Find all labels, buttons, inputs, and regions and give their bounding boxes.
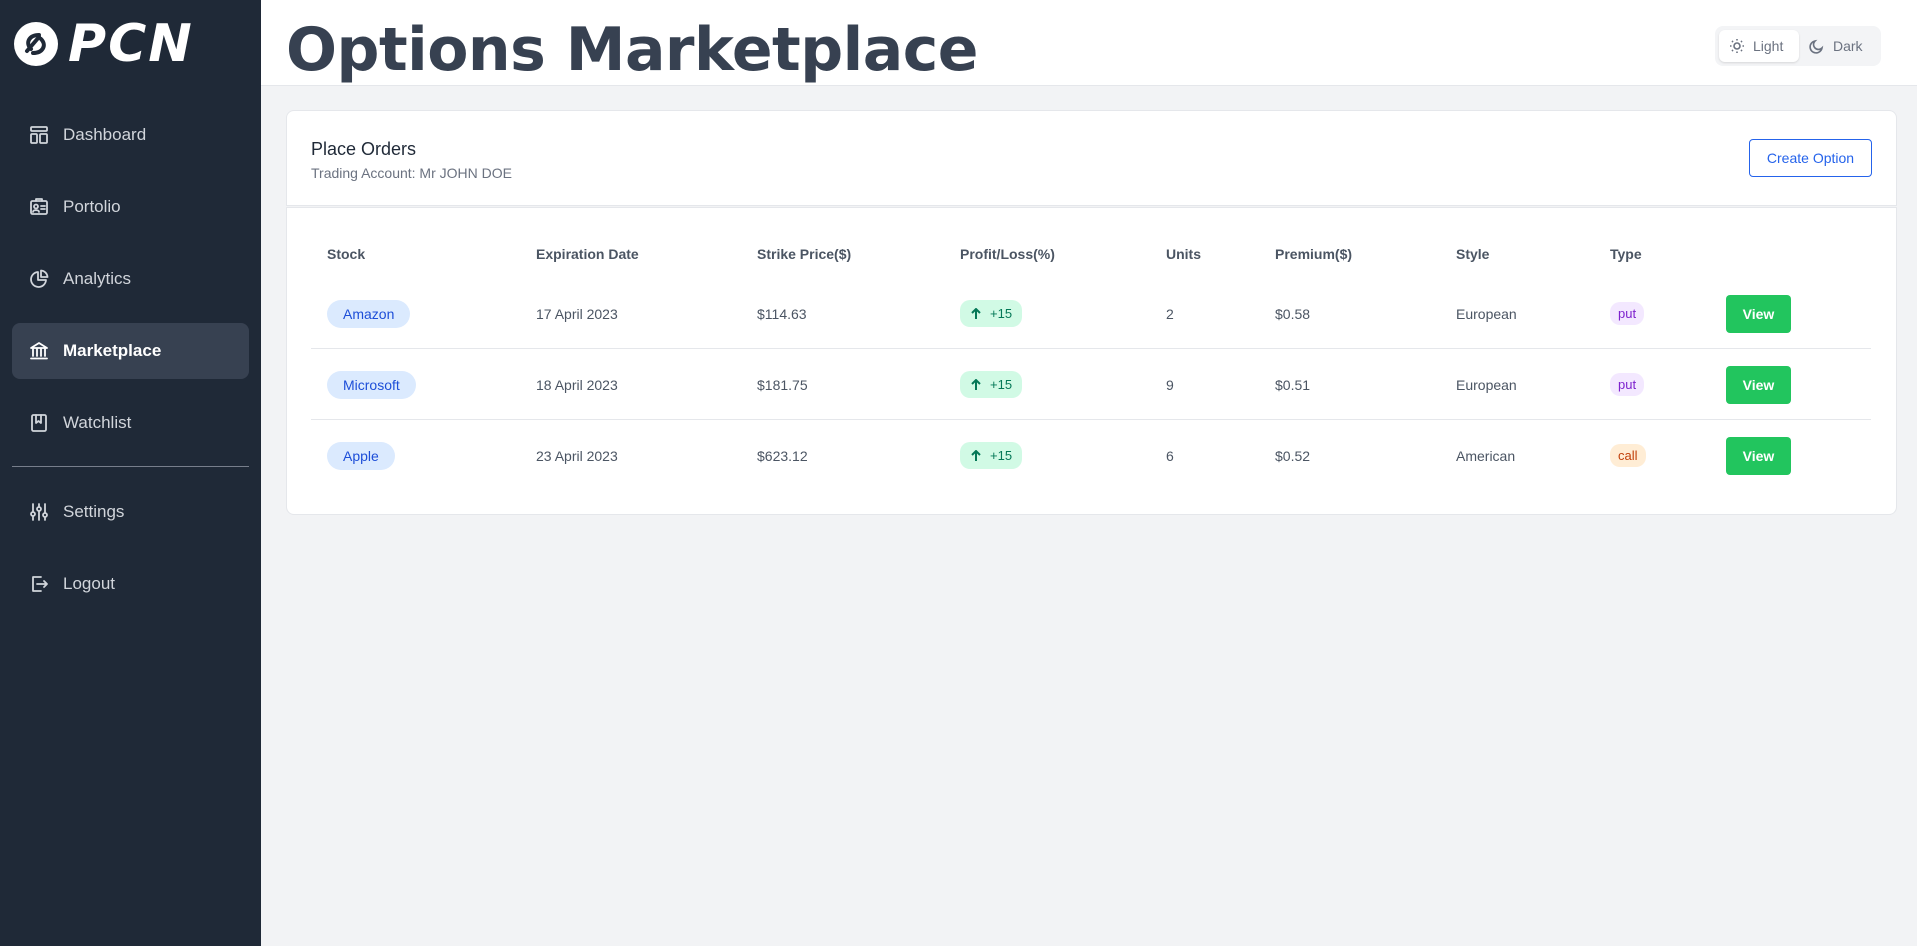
- strike-price: $623.12: [757, 447, 808, 464]
- type-badge: put: [1610, 373, 1645, 396]
- logout-icon: [29, 574, 49, 594]
- column-header-type: Type: [1610, 246, 1642, 262]
- expiration-date: 18 April 2023: [536, 376, 618, 393]
- column-header-units: Units: [1166, 246, 1201, 262]
- stock-pill[interactable]: Amazon: [327, 299, 411, 328]
- sidebar-item-label: Analytics: [63, 269, 132, 288]
- column-header-expiration: Expiration Date: [536, 246, 639, 262]
- expiration-date: 23 April 2023: [536, 447, 618, 464]
- trading-account: Trading Account: Mr JOHN DOE: [311, 165, 512, 181]
- sidebar-divider: [12, 466, 249, 467]
- view-button[interactable]: View: [1726, 365, 1791, 404]
- orders-card-header: Place Orders Trading Account: Mr JOHN DO…: [286, 110, 1897, 206]
- column-header-strike: Strike Price($): [757, 246, 852, 262]
- sidebar-item-label: Marketplace: [63, 341, 162, 360]
- column-header-stock: Stock: [327, 246, 366, 262]
- sliders-icon: [29, 502, 49, 522]
- light-theme-button[interactable]: Light: [1719, 30, 1799, 62]
- dark-theme-button[interactable]: Dark: [1799, 30, 1873, 62]
- style: American: [1456, 447, 1516, 464]
- strike-price: $114.63: [757, 305, 807, 322]
- light-label: Light: [1753, 38, 1784, 54]
- table-row: Amazon 17 April 2023 $114.63 +15 2 $0.58…: [311, 278, 1871, 349]
- table-row: Microsoft 18 April 2023 $181.75 +15 9 $0…: [311, 349, 1871, 420]
- bank-icon: [29, 341, 49, 361]
- create-option-button[interactable]: Create Option: [1749, 139, 1872, 177]
- profit-loss-badge: +15: [960, 300, 1023, 327]
- units: 6: [1166, 447, 1174, 464]
- premium: $0.58: [1275, 305, 1311, 322]
- sidebar: PCN Dashboard Portolio Analytics Marketp…: [0, 0, 261, 946]
- strike-price: $181.75: [757, 376, 808, 393]
- stock-pill[interactable]: Apple: [327, 441, 395, 470]
- profit-loss-badge: +15: [960, 442, 1023, 469]
- arrow-up-icon: [971, 449, 981, 461]
- view-button[interactable]: View: [1726, 436, 1791, 475]
- profit-loss-badge: +15: [960, 371, 1023, 398]
- sidebar-nav: Dashboard Portolio Analytics Marketplace…: [12, 107, 249, 467]
- logo-text: PCN: [68, 14, 194, 74]
- sidebar-item-label: Logout: [63, 574, 115, 593]
- units: 9: [1166, 376, 1174, 393]
- profit-loss-value: +15: [990, 306, 1013, 321]
- sidebar-item-label: Dashboard: [63, 125, 147, 144]
- column-header-premium: Premium($): [1275, 246, 1353, 262]
- expiration-date: 17 April 2023: [536, 305, 618, 322]
- sun-icon: [1730, 39, 1744, 53]
- profit-loss-value: +15: [990, 377, 1013, 392]
- style: European: [1456, 376, 1517, 393]
- sidebar-item-label: Watchlist: [63, 413, 132, 432]
- pie-chart-icon: [29, 269, 49, 289]
- sidebar-item-watchlist[interactable]: Watchlist: [12, 395, 249, 451]
- premium: $0.51: [1275, 376, 1311, 393]
- sidebar-bottom-nav: Settings Logout: [12, 484, 249, 628]
- column-header-profit-loss: Profit/Loss(%): [960, 246, 1055, 262]
- sidebar-item-label: Settings: [63, 502, 125, 521]
- type-badge: put: [1610, 302, 1645, 325]
- style: European: [1456, 305, 1517, 322]
- stock-pill[interactable]: Microsoft: [327, 370, 416, 399]
- page-title: Options Marketplace: [286, 15, 978, 85]
- moon-icon: [1809, 39, 1824, 54]
- view-button[interactable]: View: [1726, 294, 1791, 333]
- brand-logo[interactable]: PCN: [14, 18, 194, 70]
- page-header: Options Marketplace Light Dark: [261, 0, 1917, 86]
- layout-icon: [29, 125, 49, 145]
- portfolio-icon: [29, 197, 49, 217]
- sidebar-item-analytics[interactable]: Analytics: [12, 251, 249, 307]
- table-header: Stock Expiration Date Strike Price($) Pr…: [311, 246, 1871, 276]
- options-table: Stock Expiration Date Strike Price($) Pr…: [286, 207, 1897, 515]
- orders-title: Place Orders: [311, 139, 417, 159]
- premium: $0.52: [1275, 447, 1311, 464]
- bookmark-icon: [29, 413, 49, 433]
- sidebar-item-portolio[interactable]: Portolio: [12, 179, 249, 235]
- units: 2: [1166, 305, 1174, 322]
- column-header-style: Style: [1456, 246, 1490, 262]
- sidebar-item-settings[interactable]: Settings: [12, 484, 249, 540]
- sidebar-item-label: Portolio: [63, 197, 121, 216]
- logo-mark-icon: [14, 22, 58, 66]
- arrow-up-icon: [971, 378, 981, 390]
- dark-label: Dark: [1833, 38, 1863, 54]
- type-badge: call: [1610, 444, 1646, 467]
- table-row: Apple 23 April 2023 $623.12 +15 6 $0.52 …: [311, 420, 1871, 491]
- theme-toggle: Light Dark: [1715, 26, 1881, 66]
- profit-loss-value: +15: [990, 448, 1013, 463]
- arrow-up-icon: [971, 307, 981, 319]
- sidebar-item-marketplace[interactable]: Marketplace: [12, 323, 249, 379]
- sidebar-item-logout[interactable]: Logout: [12, 556, 249, 612]
- sidebar-item-dashboard[interactable]: Dashboard: [12, 107, 249, 163]
